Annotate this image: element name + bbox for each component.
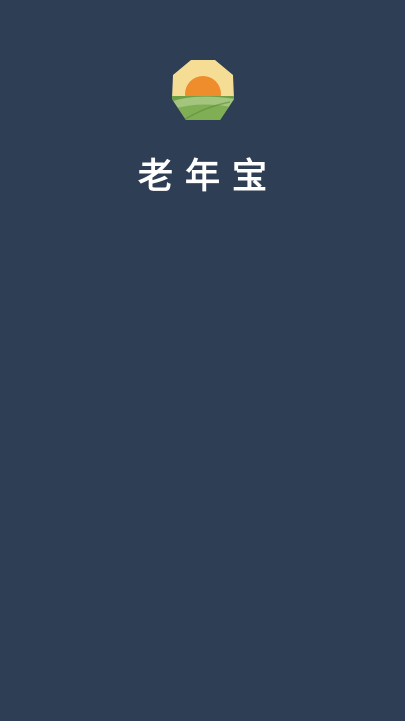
app-logo-icon — [170, 58, 236, 124]
splash-screen: 老年宝 — [0, 0, 405, 721]
app-title: 老年宝 — [137, 157, 279, 197]
